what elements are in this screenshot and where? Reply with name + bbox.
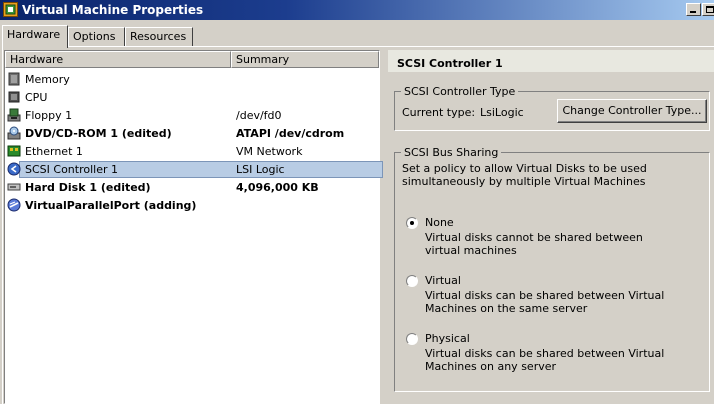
window-title: Virtual Machine Properties (22, 3, 204, 17)
option-virtual-description: Virtual disks can be shared between Virt… (425, 289, 665, 315)
hard-disk-icon (7, 183, 21, 191)
hardware-row-floppy[interactable]: Floppy 1 /dev/fd0 (5, 107, 379, 125)
hardware-name: SCSI Controller 1 (25, 163, 118, 176)
hardware-list-header: Hardware Summary (5, 51, 379, 68)
window-titlebar: Virtual Machine Properties (0, 0, 714, 20)
hardware-name: Hard Disk 1 (edited) (25, 181, 151, 194)
hardware-row-cpu[interactable]: CPU (5, 89, 379, 107)
maximize-button[interactable] (702, 3, 714, 16)
minimize-icon (690, 11, 696, 13)
parallel-port-icon (7, 198, 21, 212)
option-physical-description: Virtual disks can be shared between Virt… (425, 347, 665, 373)
hardware-name: Floppy 1 (25, 109, 73, 122)
column-header-summary[interactable]: Summary (231, 51, 379, 68)
details-title: SCSI Controller 1 (397, 57, 503, 70)
maximize-icon (706, 6, 714, 13)
radio-virtual[interactable] (406, 275, 418, 287)
current-type-label: Current type: (402, 106, 476, 119)
hardware-row-ethernet[interactable]: Ethernet 1 VM Network (5, 143, 379, 161)
floppy-icon (7, 108, 21, 122)
radio-physical[interactable] (406, 333, 418, 345)
controller-type-legend: SCSI Controller Type (401, 85, 519, 98)
memory-icon (8, 72, 20, 86)
bus-sharing-legend: SCSI Bus Sharing (401, 146, 502, 159)
option-physical-label: Physical (425, 332, 470, 345)
vm-properties-icon (3, 2, 18, 17)
hardware-row-scsi-controller[interactable]: SCSI Controller 1 LSI Logic (5, 161, 383, 179)
hardware-summary: 4,096,000 KB (236, 181, 319, 194)
radio-selected-dot (410, 221, 414, 225)
bus-sharing-description: Set a policy to allow Virtual Disks to b… (402, 162, 647, 188)
network-adapter-icon (7, 145, 21, 157)
details-panel: SCSI Controller 1 SCSI Controller Type C… (388, 50, 714, 404)
tab-resources[interactable]: Resources (125, 27, 193, 46)
hardware-name: VirtualParallelPort (adding) (25, 199, 197, 212)
column-header-hardware[interactable]: Hardware (5, 51, 231, 68)
scsi-controller-icon (7, 162, 21, 176)
hardware-summary: /dev/fd0 (236, 109, 282, 122)
option-none-description: Virtual disks cannot be shared between v… (425, 231, 643, 257)
cpu-icon (8, 91, 20, 103)
hardware-row-memory[interactable]: Memory (5, 71, 379, 89)
option-none-label: None (425, 216, 454, 229)
hardware-summary: LSI Logic (236, 163, 285, 176)
bus-sharing-group: SCSI Bus Sharing Set a policy to allow V… (394, 146, 710, 392)
hardware-row-dvd-cdrom[interactable]: DVD/CD-ROM 1 (edited) ATAPI /dev/cdrom (5, 125, 379, 143)
hardware-summary: VM Network (236, 145, 303, 158)
controller-type-group: SCSI Controller Type Current type: LsiLo… (394, 85, 710, 131)
hardware-row-parallel-port[interactable]: VirtualParallelPort (adding) (5, 197, 379, 215)
hardware-name: DVD/CD-ROM 1 (edited) (25, 127, 172, 140)
cdrom-icon (7, 126, 21, 140)
radio-none[interactable] (406, 217, 418, 229)
hardware-summary: ATAPI /dev/cdrom (236, 127, 345, 140)
hardware-name: Memory (25, 73, 70, 86)
current-type-value: LsiLogic (480, 106, 524, 119)
hardware-name: CPU (25, 91, 48, 104)
tab-hardware[interactable]: Hardware (2, 25, 68, 48)
hardware-name: Ethernet 1 (25, 145, 83, 158)
hardware-row-hard-disk[interactable]: Hard Disk 1 (edited) 4,096,000 KB (5, 179, 379, 197)
minimize-button[interactable] (686, 3, 701, 16)
option-virtual-label: Virtual (425, 274, 461, 287)
hardware-list[interactable]: Hardware Summary Memory CPU Floppy 1 /de… (4, 50, 383, 404)
change-controller-type-button[interactable]: Change Controller Type... (557, 99, 707, 123)
tab-options[interactable]: Options (68, 27, 125, 46)
